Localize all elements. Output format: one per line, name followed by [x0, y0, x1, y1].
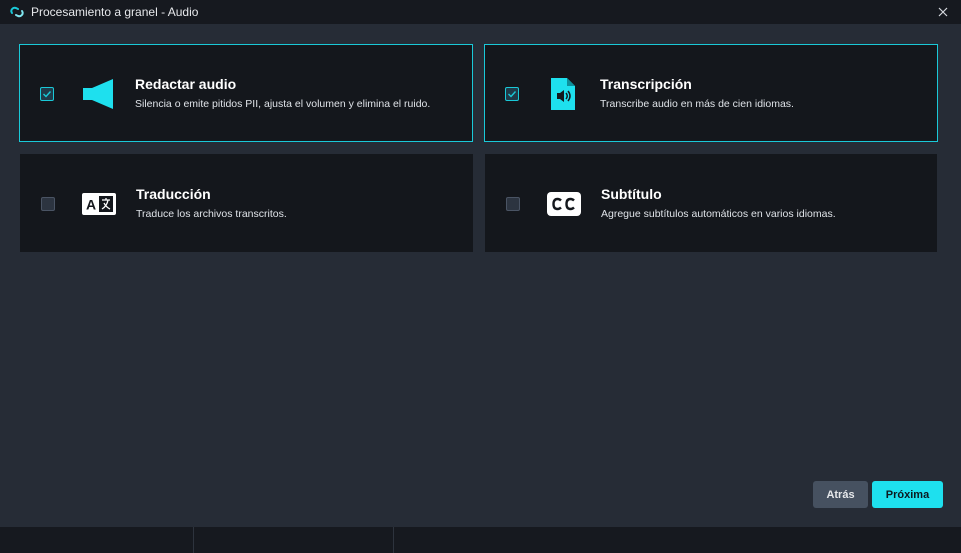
next-button[interactable]: Próxima — [872, 481, 943, 508]
closed-caption-icon — [545, 185, 583, 223]
checkmark-icon — [508, 91, 517, 98]
redact-audio-checkbox[interactable] — [40, 87, 54, 101]
subtitle-description: Agregue subtítulos automáticos en varios… — [601, 208, 836, 220]
back-button[interactable]: Atrás — [813, 481, 868, 508]
option-card-transcription[interactable]: Transcripción Transcribe audio en más de… — [484, 44, 938, 142]
close-button[interactable] — [933, 2, 953, 22]
status-divider — [393, 527, 394, 553]
redact-audio-description: Silencia o emite pitidos PII, ajusta el … — [135, 98, 431, 110]
translation-checkbox[interactable] — [41, 197, 55, 211]
app-logo-icon — [10, 6, 24, 18]
transcription-description: Transcribe audio en más de cien idiomas. — [600, 98, 794, 110]
transcription-title: Transcripción — [600, 76, 692, 92]
title-bar: Procesamiento a granel - Audio — [0, 0, 961, 24]
redact-audio-title: Redactar audio — [135, 76, 237, 92]
status-bar — [0, 527, 961, 553]
speaker-icon — [79, 75, 117, 113]
checkmark-icon — [43, 91, 52, 98]
window-title: Procesamiento a granel - Audio — [31, 5, 199, 19]
translation-title: Traducción — [136, 186, 211, 202]
audio-file-icon — [544, 75, 582, 113]
subtitle-title: Subtítulo — [601, 186, 662, 202]
option-card-subtitle[interactable]: Subtítulo Agregue subtítulos automáticos… — [485, 154, 937, 252]
option-card-redact-audio[interactable]: Redactar audio Silencia o emite pitidos … — [19, 44, 473, 142]
close-icon — [938, 7, 948, 17]
status-divider — [193, 527, 194, 553]
subtitle-checkbox[interactable] — [506, 197, 520, 211]
svg-text:A: A — [86, 197, 96, 213]
transcription-checkbox[interactable] — [505, 87, 519, 101]
translation-description: Traduce los archivos transcritos. — [136, 208, 287, 220]
option-card-translation[interactable]: A Traducción Traduce los archivos transc… — [20, 154, 473, 252]
translate-icon: A — [80, 185, 118, 223]
